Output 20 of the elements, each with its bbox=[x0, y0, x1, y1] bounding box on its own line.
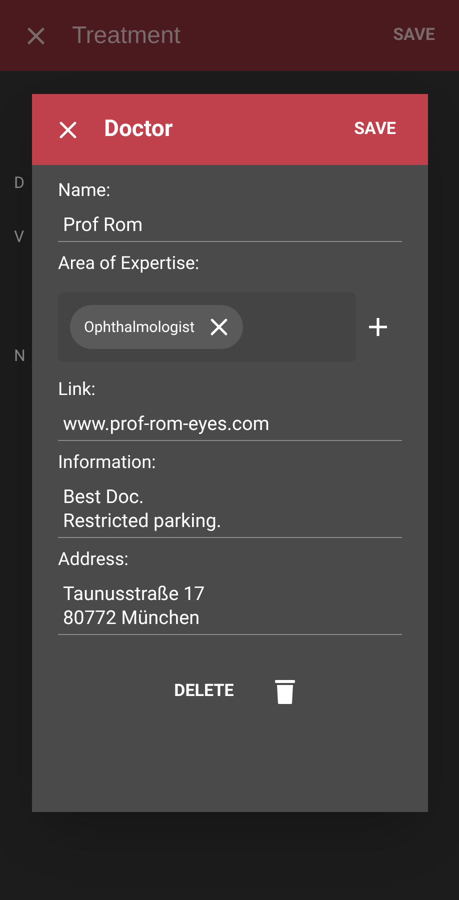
dialog-title: Doctor bbox=[104, 114, 173, 144]
field-label: Information: bbox=[58, 451, 157, 475]
screen-title: Treatment bbox=[72, 20, 180, 50]
field-label: D bbox=[14, 172, 24, 194]
trash-icon[interactable] bbox=[274, 679, 296, 705]
field-label: Name: bbox=[58, 179, 112, 203]
text-field[interactable]: Prof Rom bbox=[58, 213, 402, 242]
field-label: Address: bbox=[58, 548, 130, 572]
save-button[interactable]: SAVE bbox=[354, 116, 396, 142]
field-label: V bbox=[14, 226, 24, 248]
chip-label: Ophthalmologist bbox=[84, 316, 195, 338]
text-field[interactable]: Best Doc. Restricted parking. bbox=[58, 485, 402, 538]
field-label: Area of Expertise: bbox=[58, 252, 200, 276]
add-icon[interactable] bbox=[366, 315, 390, 339]
text-field[interactable]: www.prof-rom-eyes.com bbox=[58, 412, 402, 441]
delete-button[interactable]: DELETE bbox=[174, 679, 234, 705]
field-label: Link: bbox=[58, 378, 96, 402]
text-field[interactable]: Taunusstraße 17 80772 München bbox=[58, 582, 402, 635]
field-label: N bbox=[14, 345, 26, 367]
expertise-chip[interactable]: Ophthalmologist bbox=[70, 305, 243, 349]
